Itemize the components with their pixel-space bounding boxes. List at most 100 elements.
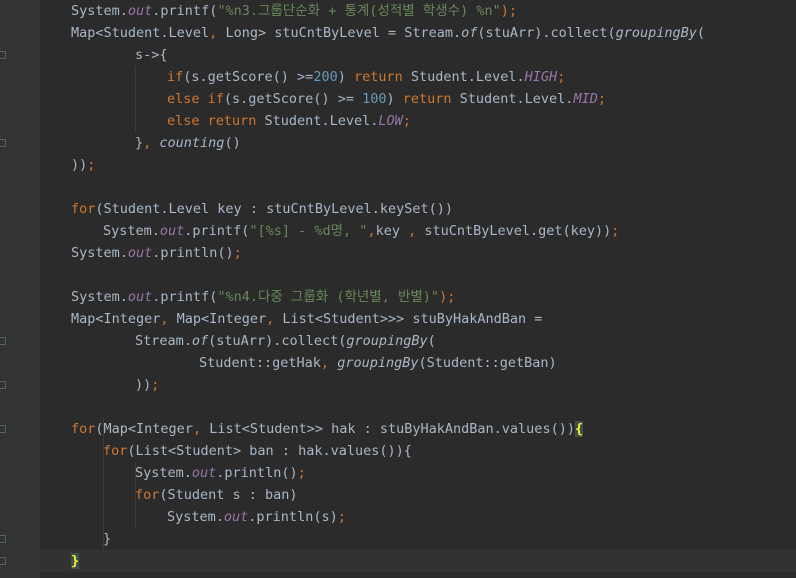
code-line[interactable]: }, counting()	[40, 132, 796, 154]
code-text: Map<Student.Level, Long> stuCntByLevel =…	[71, 22, 705, 44]
code-token: System.	[71, 3, 128, 19]
code-token: out	[127, 289, 153, 305]
code-token: stuCntByLevel.get(key))	[424, 223, 612, 239]
code-line[interactable]: ));	[40, 374, 796, 396]
code-token: for	[71, 201, 96, 217]
code-token: Map<Integer	[71, 311, 161, 327]
code-token: ,	[320, 355, 338, 371]
code-line[interactable]: Student::getHak, groupingBy(Student::get…	[40, 352, 796, 374]
code-token: MID	[573, 91, 598, 107]
code-token: System.	[71, 289, 128, 305]
code-line[interactable]	[40, 264, 796, 286]
code-token: of	[191, 333, 209, 349]
code-line[interactable]: Map<Student.Level, Long> stuCntByLevel =…	[40, 22, 796, 44]
code-line[interactable]: System.out.printf("%n4.다중 그룹화 (학년별, 반별)"…	[40, 286, 796, 308]
code-token: ;	[557, 69, 566, 85]
fold-marker-icon[interactable]	[0, 381, 6, 389]
code-text: else return Student.Level.LOW;	[167, 110, 411, 132]
code-line[interactable]	[40, 176, 796, 198]
code-token: ,	[192, 421, 210, 437]
code-token: "[%s] - %d명, "	[249, 223, 368, 239]
code-token: ))	[71, 157, 88, 173]
code-token: 100	[362, 91, 387, 107]
code-token: ;	[297, 465, 306, 481]
code-token: Student.Level.	[264, 113, 379, 129]
code-text: Map<Integer, Map<Integer, List<Student>>…	[71, 308, 542, 330]
fold-marker-icon[interactable]	[0, 535, 6, 543]
code-token: out	[191, 465, 217, 481]
fold-marker-icon[interactable]	[0, 425, 6, 433]
code-text: s->{	[135, 44, 168, 66]
code-line[interactable]: if(s.getScore() >=200) return Student.Le…	[40, 66, 796, 88]
code-text: System.out.println(s);	[167, 506, 346, 528]
code-token: return	[353, 69, 411, 85]
code-token: }	[135, 135, 144, 151]
code-line[interactable]: for(Map<Integer, List<Student>> hak : st…	[40, 418, 796, 440]
code-token: ;	[611, 223, 620, 239]
code-text: Student::getHak, groupingBy(Student::get…	[199, 352, 557, 374]
code-token: HIGH	[524, 69, 558, 85]
code-text: System.out.printf("[%s] - %d명, ",key , s…	[103, 220, 619, 242]
code-line[interactable]: System.out.println(s);	[40, 506, 796, 528]
code-token: "%n4.다중 그룹화 (학년별, 반별)"	[217, 289, 440, 305]
code-token: key	[375, 223, 409, 239]
code-editor[interactable]: System.out.printf("%n3.그룹단순화 + 통계(성적별 학생…	[40, 0, 796, 578]
code-line[interactable]: System.out.printf("[%s] - %d명, ",key , s…	[40, 220, 796, 242]
code-token: ;	[402, 113, 411, 129]
code-line[interactable]: System.out.println();	[40, 462, 796, 484]
code-token: out	[127, 245, 153, 261]
code-text: ));	[135, 374, 159, 396]
code-line[interactable]: }	[40, 550, 796, 572]
code-token: ,	[143, 135, 160, 151]
line-gutter	[0, 0, 40, 578]
code-token: );	[439, 289, 456, 305]
code-line[interactable]: System.out.println();	[40, 242, 796, 264]
code-token: }	[71, 553, 80, 569]
code-token: (Student::getBan)	[418, 355, 557, 371]
code-token: else return	[167, 113, 265, 129]
code-text: }, counting()	[135, 132, 241, 154]
code-line[interactable]: else if(s.getScore() >= 100) return Stud…	[40, 88, 796, 110]
code-token: ))	[135, 377, 152, 393]
code-line[interactable]: for(Student s : ban)	[40, 484, 796, 506]
code-token: Student::getHak	[199, 355, 321, 371]
code-line[interactable]: ));	[40, 154, 796, 176]
code-token: (Student s : ban)	[159, 487, 298, 503]
code-token: System.	[135, 465, 192, 481]
code-token: 200	[313, 69, 338, 85]
fold-marker-icon[interactable]	[0, 557, 6, 565]
code-text: ));	[71, 154, 95, 176]
code-token: (	[696, 25, 705, 41]
code-token: ;	[87, 157, 96, 173]
fold-marker-icon[interactable]	[0, 139, 6, 147]
code-token: Student.Level.	[410, 69, 525, 85]
fold-marker-icon[interactable]	[0, 337, 6, 345]
code-line[interactable]: else return Student.Level.LOW;	[40, 110, 796, 132]
code-token: ()	[224, 135, 241, 151]
code-text: Stream.of(stuArr).collect(groupingBy(	[135, 330, 436, 352]
code-token: System.	[167, 509, 224, 525]
code-token: return	[402, 91, 460, 107]
code-token: if	[167, 69, 184, 85]
code-token: )	[386, 91, 403, 107]
code-token: .printf(	[152, 3, 218, 19]
code-token: ;	[151, 377, 160, 393]
code-token: .printf(	[184, 223, 250, 239]
code-line[interactable]: Map<Integer, Map<Integer, List<Student>>…	[40, 308, 796, 330]
code-line[interactable]: }	[40, 528, 796, 550]
code-text: System.out.println();	[71, 242, 242, 264]
code-token: Stream.	[135, 333, 192, 349]
code-token: .printf(	[152, 289, 218, 305]
code-line[interactable]: s->{	[40, 44, 796, 66]
code-line[interactable]: Stream.of(stuArr).collect(groupingBy(	[40, 330, 796, 352]
code-text: for(Student.Level key : stuCntByLevel.ke…	[71, 198, 453, 220]
code-token: .println(s)	[248, 509, 338, 525]
code-line[interactable]: for(Student.Level key : stuCntByLevel.ke…	[40, 198, 796, 220]
fold-marker-icon[interactable]	[0, 51, 6, 59]
code-token: Long> stuCntByLevel = Stream.	[225, 25, 462, 41]
code-line[interactable]: for(List<Student> ban : hak.values()){	[40, 440, 796, 462]
code-line[interactable]: System.out.printf("%n3.그룹단순화 + 통계(성적별 학생…	[40, 0, 796, 22]
code-line[interactable]	[40, 396, 796, 418]
code-token: System.	[71, 245, 128, 261]
code-text: for(Student s : ban)	[135, 484, 298, 506]
